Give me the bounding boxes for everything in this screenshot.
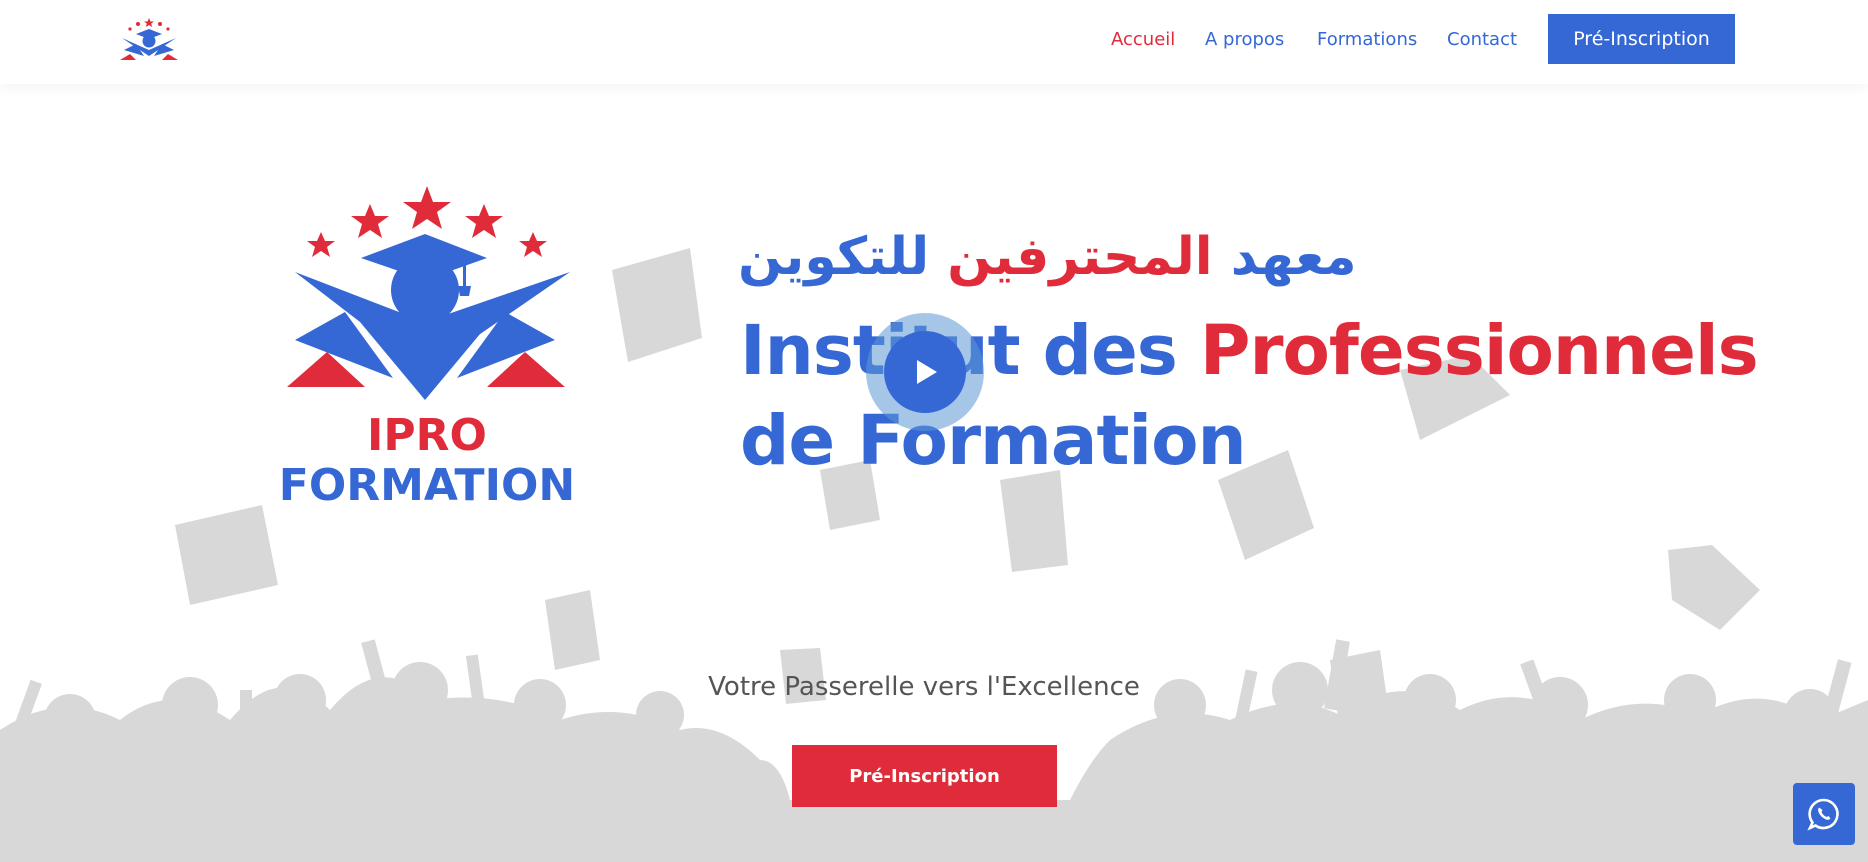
pre-inscription-hero-button[interactable]: Pré-Inscription: [792, 745, 1057, 807]
flying-cap: [545, 590, 600, 670]
arabic-title-part-2: المحترفين: [947, 227, 1213, 287]
site-header: Accueil A propos Formations Contact Pré-…: [0, 0, 1868, 84]
nav-contact[interactable]: Contact: [1447, 29, 1517, 50]
video-play-button[interactable]: [866, 313, 984, 431]
play-icon: [917, 360, 937, 384]
hero-logo: IPRO FORMATION: [279, 186, 575, 511]
brand-logo[interactable]: [116, 16, 182, 64]
hero-tagline: Votre Passerelle vers l'Excellence: [708, 672, 1140, 702]
hero-title-part-2: Professionnels: [1199, 311, 1759, 391]
whatsapp-icon: [1807, 798, 1839, 831]
nav-accueil[interactable]: Accueil: [1111, 29, 1175, 50]
arabic-title-part-1: معهد: [1230, 227, 1357, 287]
hero-title-part-3: de Formation: [740, 401, 1247, 481]
logo-ipro-text: IPRO: [367, 410, 487, 461]
nav-formations[interactable]: Formations: [1317, 29, 1417, 50]
flying-cap: [612, 248, 702, 362]
flying-cap: [1668, 545, 1760, 630]
play-button-core[interactable]: [884, 331, 966, 413]
arabic-title: معهد المحترفين للتكوين: [738, 222, 1357, 292]
logo-formation-text: FORMATION: [279, 460, 575, 511]
pre-inscription-header-button[interactable]: Pré-Inscription: [1548, 14, 1735, 64]
flying-cap: [175, 505, 278, 605]
nav-a-propos[interactable]: A propos: [1205, 29, 1284, 50]
arabic-title-part-3: للتكوين: [738, 227, 930, 287]
whatsapp-button[interactable]: [1793, 783, 1855, 845]
